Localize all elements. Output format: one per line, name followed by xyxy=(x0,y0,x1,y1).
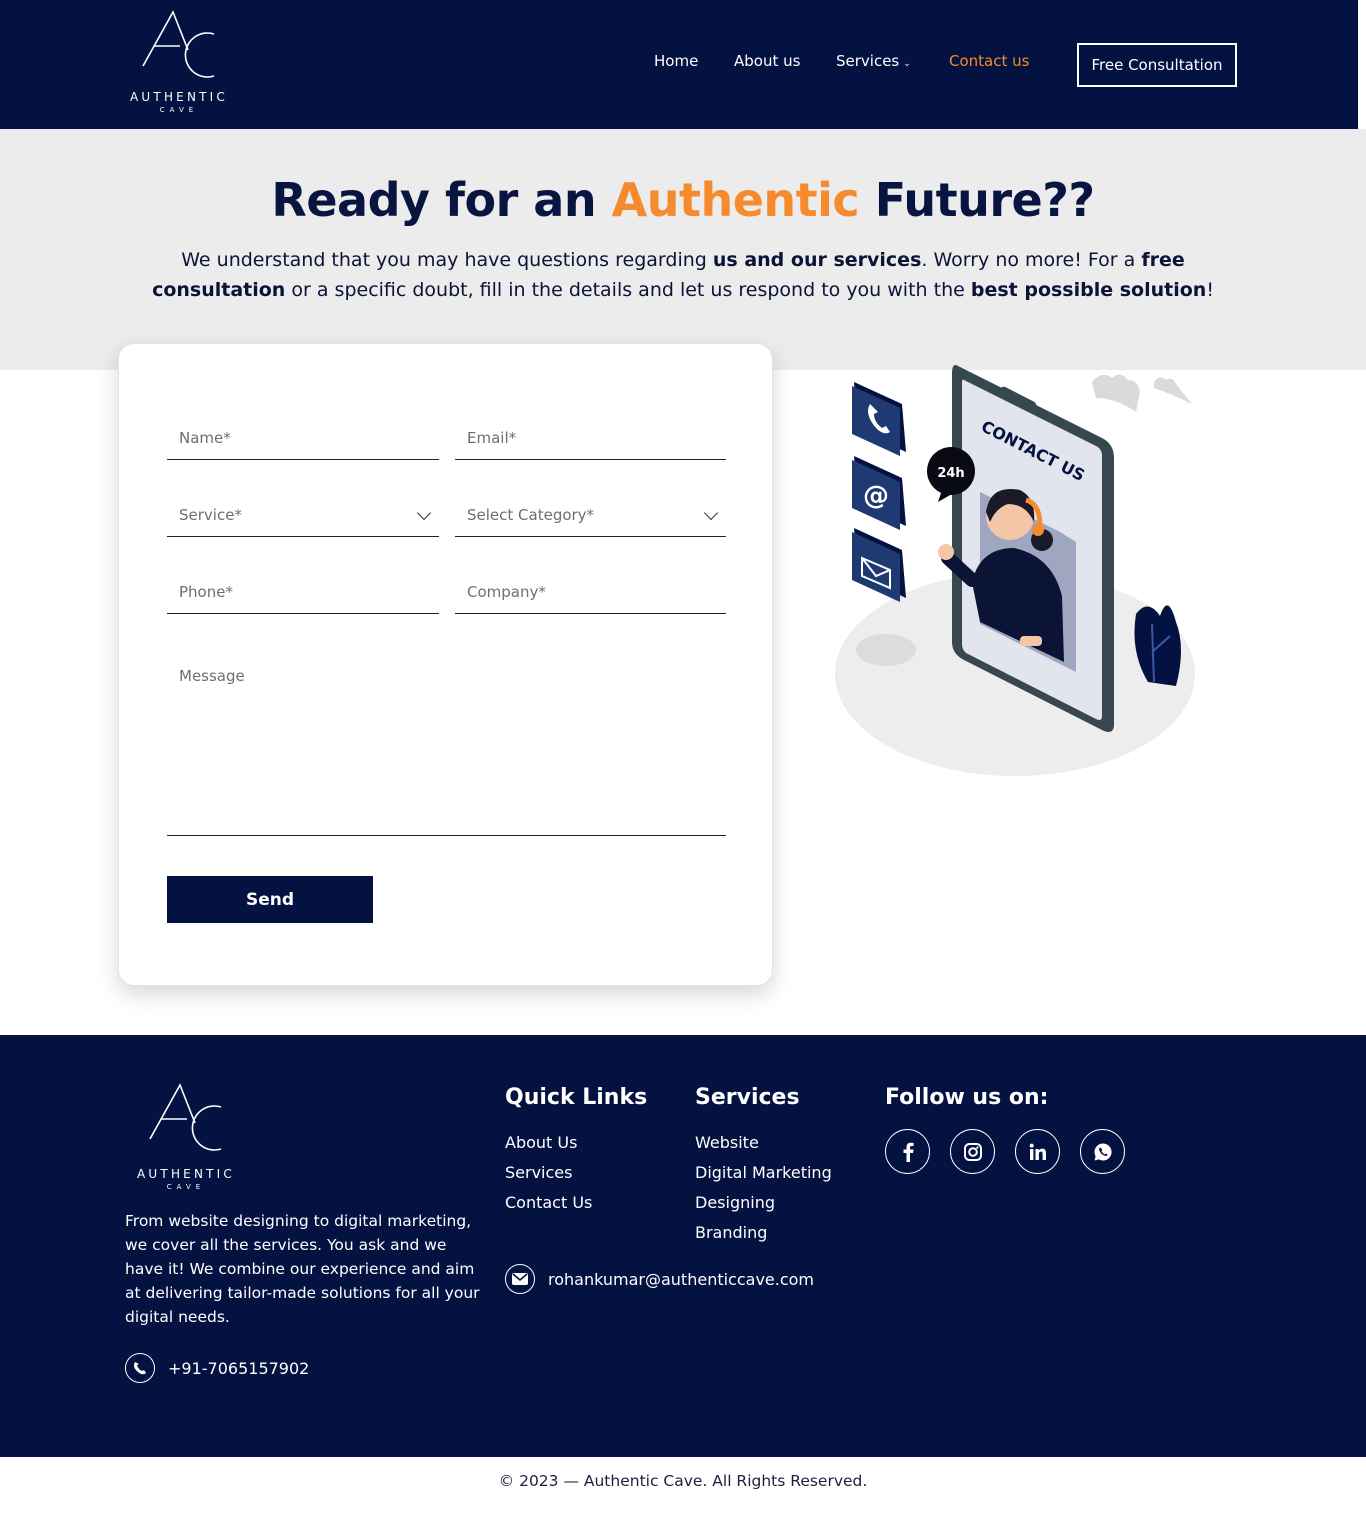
footer-service-digital-marketing[interactable]: Digital Marketing xyxy=(695,1163,832,1182)
footer-logo[interactable]: AUTHENTIC CAVE xyxy=(125,1083,247,1193)
footer-description: From website designing to digital market… xyxy=(125,1212,480,1326)
text-part: ! xyxy=(1206,279,1214,301)
hero-section: Ready for an Authentic Future?? We under… xyxy=(0,129,1366,370)
follow-title: Follow us on: xyxy=(885,1085,1049,1110)
mail-tile-icon xyxy=(852,528,906,602)
footer-link-services[interactable]: Services xyxy=(505,1163,572,1182)
brand-logo[interactable]: AUTHENTIC CAVE xyxy=(118,10,240,120)
copyright-text: © 2023 — Authentic Cave. All Rights Rese… xyxy=(498,1472,868,1490)
title-accent: Authentic xyxy=(611,173,860,227)
free-consultation-button[interactable]: Free Consultation xyxy=(1077,43,1237,87)
24h-badge: 24h xyxy=(937,466,964,481)
instagram-icon[interactable] xyxy=(950,1129,995,1174)
email-field xyxy=(455,414,726,460)
service-field: Service* xyxy=(167,491,439,537)
contact-support-illustration: CONTACT US 24h @ xyxy=(835,365,1195,776)
name-field xyxy=(167,414,439,460)
footer-link-contact[interactable]: Contact Us xyxy=(505,1193,592,1212)
whatsapp-icon[interactable] xyxy=(1080,1129,1125,1174)
text-emphasis: best possible solution xyxy=(970,279,1207,301)
text-part: . Worry no more! For a xyxy=(921,249,1142,271)
nav-about[interactable]: About us xyxy=(734,52,800,74)
logo-mark-icon xyxy=(149,1083,222,1151)
chevron-down-icon xyxy=(703,505,719,520)
social-links xyxy=(885,1129,1125,1174)
send-button[interactable]: Send xyxy=(167,876,373,923)
footer-service-website[interactable]: Website xyxy=(695,1133,759,1152)
nav-home[interactable]: Home xyxy=(654,52,698,74)
message-field xyxy=(167,649,726,836)
site-header: AUTHENTIC CAVE Home About us Services ⌄ C… xyxy=(0,0,1358,129)
category-select[interactable]: Select Category* xyxy=(455,491,726,535)
brand-wordmark: AUTHENTIC xyxy=(130,90,228,104)
email-address: rohankumar@authenticcave.com xyxy=(548,1269,815,1289)
services-title: Services xyxy=(695,1085,800,1110)
brand-subword: CAVE xyxy=(159,106,199,114)
text-emphasis: us and our services xyxy=(712,249,922,271)
phone-number: +91-7065157902 xyxy=(168,1358,310,1378)
message-textarea[interactable] xyxy=(167,649,726,835)
footer-phone[interactable]: +91-7065157902 xyxy=(125,1353,309,1383)
footer-email[interactable]: rohankumar@authenticcave.com xyxy=(505,1264,814,1294)
logo-mark-icon xyxy=(142,10,215,78)
chevron-down-icon xyxy=(416,505,432,520)
company-field xyxy=(455,568,726,614)
chevron-down-icon: ⌄ xyxy=(903,59,911,69)
site-footer: AUTHENTIC CAVE From website designing to… xyxy=(0,1035,1366,1457)
linkedin-icon[interactable] xyxy=(1015,1129,1060,1174)
brand-subword: CAVE xyxy=(166,1183,206,1191)
category-select-value: Select Category* xyxy=(467,506,595,524)
contact-illustration: CONTACT US 24h @ xyxy=(830,352,1200,782)
text-part: or a specific doubt, fill in the details… xyxy=(285,279,971,301)
service-select-value: Service* xyxy=(179,506,242,524)
mail-icon xyxy=(505,1264,535,1294)
contact-form: Service* Select Category* Send xyxy=(118,343,773,986)
quick-links-title: Quick Links xyxy=(505,1085,648,1110)
service-select[interactable]: Service* xyxy=(167,491,439,535)
hero-description: We understand that you may have question… xyxy=(140,245,1226,305)
footer-service-branding[interactable]: Branding xyxy=(695,1223,767,1242)
title-part: Ready for an xyxy=(271,173,612,227)
footer-service-designing[interactable]: Designing xyxy=(695,1193,775,1212)
page-title: Ready for an Authentic Future?? xyxy=(0,173,1366,227)
category-field: Select Category* xyxy=(455,491,726,537)
text-part: We understand that you may have question… xyxy=(181,249,713,271)
nav-contact[interactable]: Contact us xyxy=(949,52,1029,74)
footer-link-about[interactable]: About Us xyxy=(505,1133,577,1152)
phone-field xyxy=(167,568,439,614)
at-tile-icon: @ xyxy=(852,456,906,530)
phone-input[interactable] xyxy=(167,568,439,612)
title-part: Future?? xyxy=(859,173,1095,227)
nav-services-label: Services xyxy=(836,52,900,70)
facebook-icon[interactable] xyxy=(885,1129,930,1174)
phone-icon xyxy=(125,1353,155,1383)
svg-text:@: @ xyxy=(863,481,889,511)
email-input[interactable] xyxy=(455,414,726,458)
phone-tile-icon xyxy=(852,382,906,456)
company-input[interactable] xyxy=(455,568,726,612)
nav-services[interactable]: Services ⌄ xyxy=(836,52,911,74)
brand-wordmark: AUTHENTIC xyxy=(137,1167,235,1181)
name-input[interactable] xyxy=(167,414,439,458)
